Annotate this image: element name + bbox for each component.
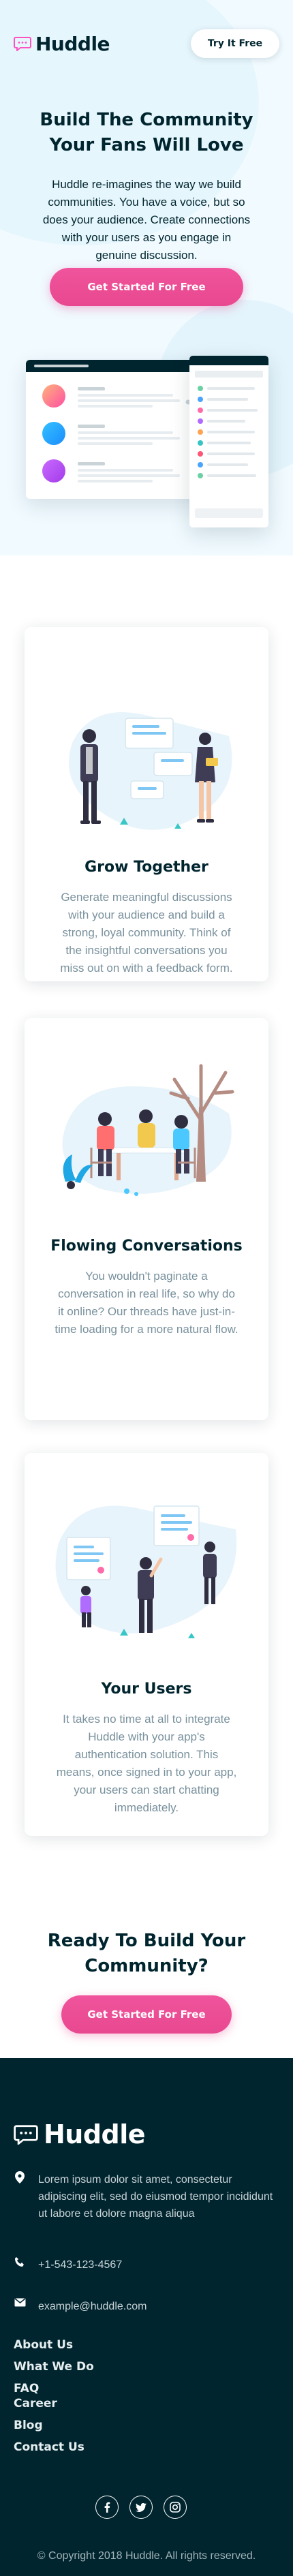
phone-text[interactable]: +1-543-123-4567 [38, 2256, 122, 2273]
app-mockup-panel [189, 356, 268, 527]
ready-title-line: Ready To Build Your [47, 1931, 246, 1951]
feature-card: Grow Together Generate meaningful discus… [25, 627, 268, 981]
footer-address: Lorem ipsum dolor sit amet, consectetur … [14, 2171, 279, 2222]
feature-card: Flowing Conversations You wouldn't pagin… [25, 1018, 268, 1420]
footer-link-faq[interactable]: FAQ [14, 2381, 94, 2396]
mockup-panel-content [195, 371, 263, 518]
hero-title: Build The Community Your Fans Will Love [14, 108, 279, 158]
feature-description: Generate meaningful discussions with you… [60, 891, 233, 975]
copyright-text: © Copyright 2018 Huddle. All rights rese… [37, 2550, 256, 2562]
hero-title-line: Your Fans Will Love [49, 135, 244, 155]
footer-logo-text: Huddle [44, 2119, 146, 2149]
footer-phone: +1-543-123-4567 [14, 2256, 279, 2273]
feature-title: Your Users [101, 1681, 192, 1698]
hero-title-line: Build The Community [40, 110, 253, 130]
feature-description: It takes no time at all to integrate Hud… [56, 1713, 237, 1814]
email-text[interactable]: example@huddle.com [38, 2298, 146, 2315]
ready-title-line: Community? [84, 1956, 209, 1976]
site-header: Huddle Try It Free [14, 25, 279, 63]
hero-description: Huddle re-imagines the way we build comm… [42, 178, 251, 262]
address-text: Lorem ipsum dolor sit amet, consectetur … [38, 2174, 273, 2220]
footer-nav: About Us What We Do FAQ Career Blog Cont… [14, 2337, 94, 2455]
footer-email: example@huddle.com [14, 2298, 279, 2315]
page: Huddle Try It Free Build The Community Y… [0, 0, 293, 2576]
footer-link-about-us[interactable]: About Us [14, 2337, 94, 2352]
try-it-free-button[interactable]: Try It Free [191, 29, 279, 58]
get-started-button[interactable]: Get Started For Free [61, 1995, 232, 2034]
phone-icon [14, 2256, 26, 2267]
ready-section-title: Ready To Build Your Community? [27, 1929, 266, 1979]
instagram-icon[interactable] [164, 2496, 187, 2519]
flowing-conversations-illustration [62, 1064, 234, 1196]
twitter-icon[interactable] [129, 2496, 153, 2519]
email-icon [14, 2298, 26, 2307]
footer-link-career[interactable]: Career [14, 2396, 94, 2411]
footer-link-blog[interactable]: Blog [14, 2418, 94, 2433]
logo-text: Huddle [35, 32, 110, 55]
grow-together-illustration [69, 712, 232, 830]
get-started-button[interactable]: Get Started For Free [50, 268, 243, 306]
facebook-icon[interactable] [95, 2496, 119, 2519]
social-links [95, 2496, 187, 2519]
location-pin-icon [14, 2171, 26, 2183]
site-footer: Huddle Lorem ipsum dolor sit amet, conse… [0, 2058, 293, 2576]
header-logo[interactable]: Huddle [14, 33, 110, 55]
feature-title: Flowing Conversations [50, 1238, 243, 1255]
footer-link-what-we-do[interactable]: What We Do [14, 2359, 94, 2374]
chat-bubble-icon [14, 37, 31, 51]
your-users-illustration [55, 1505, 237, 1638]
feature-title: Grow Together [84, 859, 209, 876]
feature-card: Your Users It takes no time at all to in… [25, 1453, 268, 1836]
footer-link-contact-us[interactable]: Contact Us [14, 2440, 94, 2455]
feature-description: You wouldn't paginate a conversation in … [55, 1270, 238, 1336]
chat-bubble-icon [14, 2125, 38, 2145]
footer-logo[interactable]: Huddle [14, 2119, 146, 2149]
hero-section: Huddle Try It Free Build The Community Y… [0, 0, 293, 555]
